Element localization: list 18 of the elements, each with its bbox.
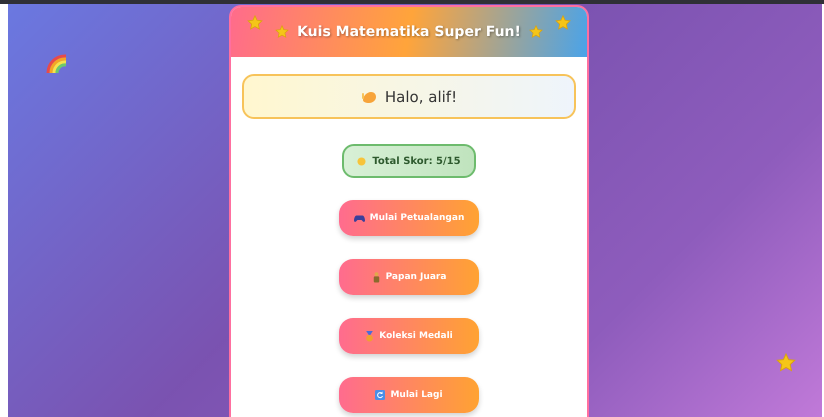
rainbow-icon [46,54,68,74]
greeting-text: Halo, alif! [384,88,458,106]
star-icon [776,353,796,373]
menu-button[interactable]: Mulai Petualangan [339,200,479,236]
menu-button[interactable]: Papan Juara [339,259,479,295]
star-icon [528,25,543,39]
star-icon [555,15,571,31]
star-icon [275,25,290,39]
figure-icon [372,272,381,282]
refresh-icon [375,390,386,400]
star-icon [247,15,263,31]
menu-button[interactable]: Mulai Lagi [339,377,479,413]
menu-button[interactable]: Koleksi Medali [339,318,479,354]
app-title: Kuis Matematika Super Fun! [297,24,521,40]
medal-icon [365,330,374,342]
score-text: Total Skor: 5/15 [372,156,461,166]
gamepad-icon [354,214,365,222]
sun-icon [357,156,366,166]
